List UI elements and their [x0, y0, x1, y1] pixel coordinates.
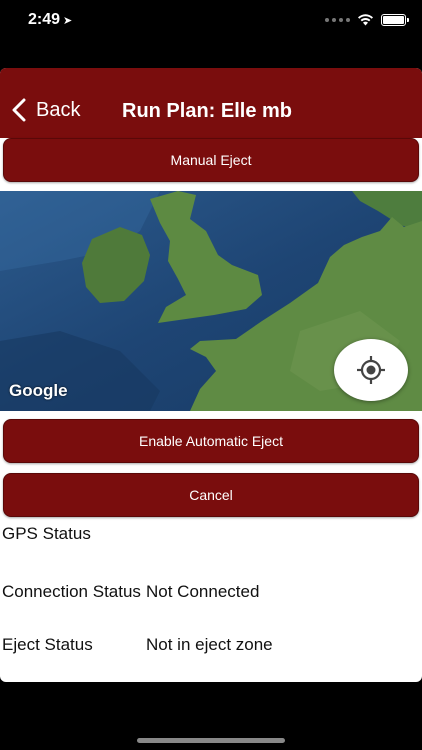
home-indicator[interactable] [137, 738, 285, 743]
google-attribution: Google [9, 381, 68, 400]
signal-dots-icon [325, 17, 350, 22]
map-view[interactable]: Google [0, 191, 422, 411]
location-arrow-icon: ➤ [63, 15, 73, 27]
cancel-button[interactable]: Cancel [3, 473, 419, 517]
back-button[interactable]: Back [12, 98, 80, 122]
status-bar: 2:49 ➤ [0, 0, 422, 44]
enable-automatic-eject-button[interactable]: Enable Automatic Eject [3, 419, 419, 463]
chevron-left-icon [12, 98, 26, 122]
navigation-bar: Back Run Plan: Elle mb [0, 68, 422, 138]
gps-status-label: GPS Status [2, 524, 91, 543]
connection-status-label: Connection Status [2, 582, 141, 601]
battery-icon [381, 13, 409, 26]
status-time: 2:49 ➤ [28, 11, 72, 29]
status-time-text: 2:49 [28, 11, 61, 28]
back-label: Back [36, 98, 81, 121]
connection-status-value: Not Connected [146, 582, 260, 601]
status-icons [325, 13, 409, 26]
wifi-icon [358, 14, 373, 26]
page-title: Run Plan: Elle mb [122, 100, 293, 122]
manual-eject-button[interactable]: Manual Eject [3, 138, 419, 182]
my-location-button[interactable] [334, 339, 408, 401]
eject-status-label: Eject Status [2, 635, 93, 654]
eject-status-value: Not in eject zone [146, 635, 273, 654]
my-location-icon [357, 356, 385, 384]
app-screen: Back Run Plan: Elle mb Manual Eject Goog… [0, 68, 422, 682]
